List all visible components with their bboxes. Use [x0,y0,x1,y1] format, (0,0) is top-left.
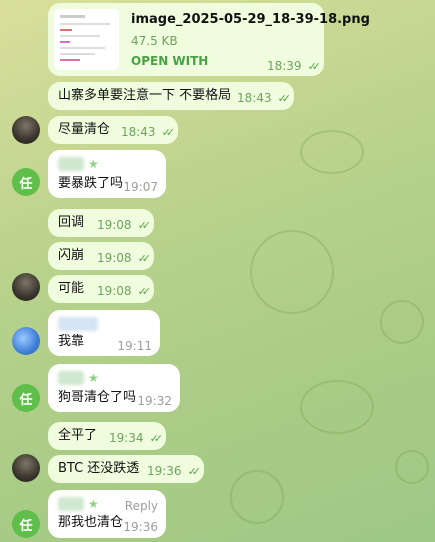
avatar[interactable] [12,116,40,144]
star-icon: ★ [88,371,99,385]
double-check-icon: ✓✓ [137,285,152,298]
message-time: 18:43 ✓✓ [236,91,292,105]
message-time: 19:36 ✓✓ [146,464,202,478]
double-check-icon: ✓✓ [187,465,202,478]
star-icon: ★ [88,157,99,171]
message-time: 18:39 ✓✓ [266,59,322,73]
open-with-button[interactable]: OPEN WITH [131,53,208,69]
incoming-message[interactable]: ★ 狗哥清仓了吗 19:32 [48,364,180,412]
incoming-message[interactable]: ★ Reply 那我也清仓 19:36 [48,490,166,538]
message-time: 19:32 [137,394,172,408]
double-check-icon: ✓✓ [307,60,322,73]
double-check-icon: ✓✓ [149,432,164,445]
background-doodle [380,300,424,344]
avatar[interactable] [12,327,40,355]
double-check-icon: ✓✓ [277,92,292,105]
background-doodle [395,450,429,484]
message-time: 18:43 ✓✓ [120,125,176,139]
message-time: 19:07 [123,180,158,194]
outgoing-message[interactable]: 闪崩 19:08 ✓✓ [48,242,154,270]
message-time: 19:08 ✓✓ [96,218,152,232]
message-text: 要暴跌了吗 [58,176,124,191]
message-time: 19:34 ✓✓ [108,431,164,445]
star-icon: ★ [88,497,99,511]
message-time: 19:08 ✓✓ [96,251,152,265]
message-text: 山寨多单要注意一下 不要格局 [58,88,232,103]
message-time: 19:08 ✓✓ [96,284,152,298]
double-check-icon: ✓✓ [161,126,176,139]
background-doodle [250,230,334,314]
message-text: 尽量清仓 [58,122,111,137]
message-text: 回调 [58,215,85,230]
file-name: image_2025-05-29_18-39-18.png [131,12,370,27]
message-text: 闪崩 [58,248,85,263]
file-thumbnail[interactable] [54,9,119,70]
outgoing-message[interactable]: 全平了 19:34 ✓✓ [48,422,166,450]
sender-name[interactable] [58,371,84,385]
sender-name[interactable] [58,157,84,171]
avatar[interactable] [12,273,40,301]
file-size: 47.5 KB [131,34,178,48]
outgoing-message[interactable]: 可能 19:08 ✓✓ [48,275,154,303]
reply-label[interactable]: Reply [125,498,158,514]
background-doodle [300,130,364,174]
outgoing-message[interactable]: 尽量清仓 18:43 ✓✓ [48,116,178,144]
avatar[interactable]: 任 [12,384,40,412]
background-doodle [300,380,374,434]
avatar[interactable]: 任 [12,168,40,196]
message-time: 19:11 [117,339,152,353]
outgoing-message[interactable]: 山寨多单要注意一下 不要格局 18:43 ✓✓ [48,82,294,110]
incoming-message[interactable]: ★ 要暴跌了吗 19:07 [48,150,166,198]
outgoing-message[interactable]: 回调 19:08 ✓✓ [48,209,154,237]
message-text: 狗哥清仓了吗 [58,390,137,405]
double-check-icon: ✓✓ [137,252,152,265]
message-text: 我靠 [58,334,85,349]
message-text: BTC 还没跌透 [58,461,140,476]
background-doodle [230,470,284,524]
message-text: 全平了 [58,428,98,443]
message-time: 19:36 [123,520,158,534]
double-check-icon: ✓✓ [137,219,152,232]
message-text: 可能 [58,281,85,296]
file-message[interactable]: image_2025-05-29_18-39-18.png 47.5 KB OP… [48,3,370,76]
sender-name[interactable] [58,316,98,331]
avatar[interactable] [12,454,40,482]
message-text: 那我也清仓 [58,515,124,530]
sender-name[interactable] [58,497,84,511]
incoming-message[interactable]: 我靠 19:11 [48,310,160,356]
avatar[interactable]: 任 [12,510,40,538]
outgoing-message[interactable]: BTC 还没跌透 19:36 ✓✓ [48,455,204,483]
